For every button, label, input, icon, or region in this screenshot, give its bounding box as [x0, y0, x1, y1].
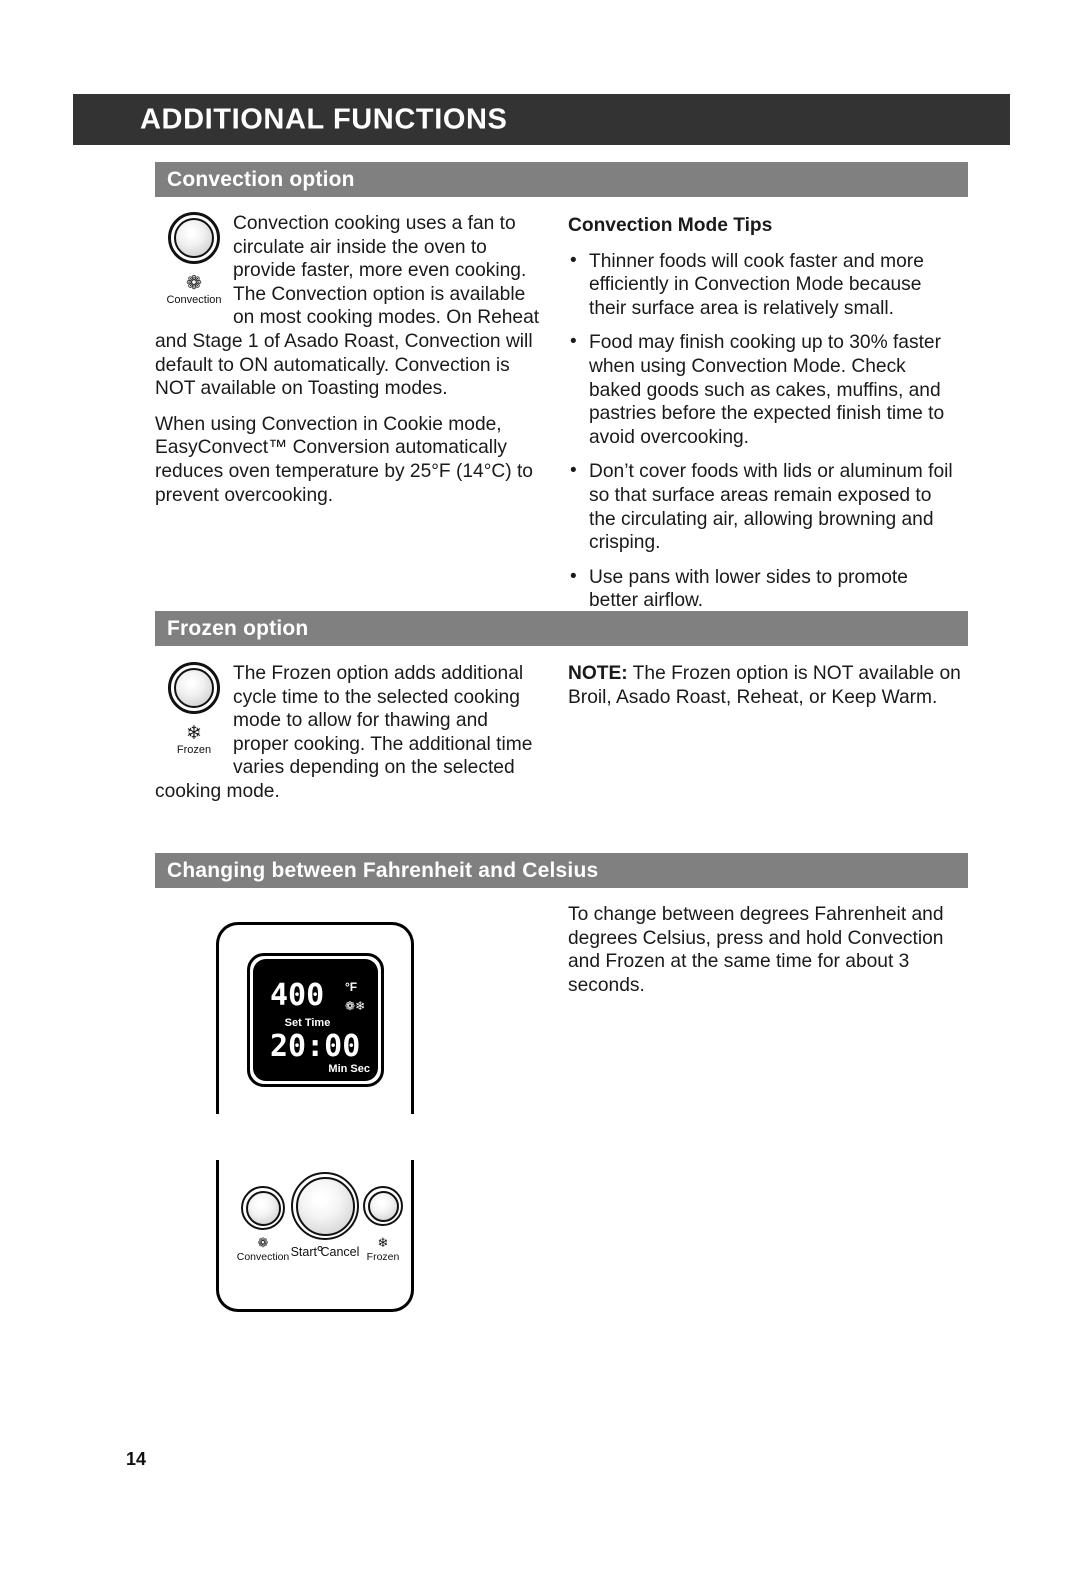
section-header-convection-option: Convection option [155, 162, 968, 197]
page-title: ADDITIONAL FUNCTIONS [140, 103, 508, 135]
section-header-temperature-units: Changing between Fahrenheit and Celsius [155, 853, 968, 888]
panel-display-housing: 400 °F ❁❄ Set Time 20:00 Min Sec [216, 922, 414, 1114]
bullet-glyph: • [570, 331, 577, 353]
section-header-label: Convection option [167, 167, 355, 191]
bullet-glyph: • [570, 565, 577, 587]
list-item: • Don’t cover foods with lids or aluminu… [568, 460, 961, 554]
convection-knob-caption: Convection [166, 294, 222, 306]
list-item-text: Food may finish cooking up to 30% faster… [589, 332, 945, 448]
snowflake-icon: ❄ [185, 723, 203, 744]
section-header-frozen-option: Frozen option [155, 611, 968, 646]
convection-tips-title: Convection Mode Tips [568, 215, 773, 236]
section-header-label: Frozen option [167, 616, 309, 640]
convection-left-column: ❁ Convection Convection cooking uses a f… [155, 212, 545, 507]
frozen-knob-caption: Frozen [176, 744, 212, 756]
control-panel-illustration: 400 °F ❁❄ Set Time 20:00 Min Sec ❁ Conve… [216, 922, 414, 1312]
page-number: 14 [126, 1449, 147, 1469]
snowflake-icon: ❄ [377, 1235, 389, 1250]
convection-paragraph-2: When using Convection in Cookie mode, Ea… [155, 413, 533, 506]
list-item: • Thinner foods will cook faster and mor… [568, 250, 961, 321]
bullet-glyph: • [570, 460, 577, 482]
section-header-label: Changing between Fahrenheit and Celsius [167, 858, 599, 882]
temperature-units-text-column: To change between degrees Fahrenheit and… [568, 903, 961, 997]
convection-knob-graphic [168, 212, 220, 264]
start-button-label: Start [290, 1245, 317, 1259]
note-text: The Frozen option is NOT available on Br… [568, 663, 961, 708]
convection-tips-column: Convection Mode Tips • Thinner foods wil… [568, 214, 961, 613]
lcd-screen: 400 °F ❁❄ Set Time 20:00 Min Sec [253, 959, 378, 1081]
lcd-bezel: 400 °F ❁❄ Set Time 20:00 Min Sec [247, 953, 384, 1087]
lcd-min-sec-label: Min Sec [328, 1063, 370, 1075]
start-cancel-button[interactable] [291, 1172, 359, 1240]
lcd-temperature-unit: °F [345, 980, 358, 994]
list-item-text: Thinner foods will cook faster and more … [589, 250, 924, 319]
convection-knob-illustration: ❁ Convection [155, 212, 233, 307]
convection-tips-list: • Thinner foods will cook faster and mor… [568, 250, 961, 613]
note-label: NOTE: [568, 663, 628, 684]
panel-button-housing: ❁ Convection Start Cancel ❄ Frozen [216, 1160, 414, 1312]
lcd-temperature-value: 400 [270, 978, 325, 1013]
fan-icon: ❁ [345, 999, 356, 1013]
list-item: • Use pans with lower sides to promote b… [568, 566, 961, 613]
convection-button[interactable] [241, 1186, 285, 1230]
lcd-mode-indicators: ❁❄ [345, 1000, 365, 1012]
frozen-knob-illustration: ❄ Frozen [155, 662, 233, 757]
bullet-glyph: • [570, 249, 577, 271]
lcd-time-value: 20:00 [270, 1029, 361, 1064]
snowflake-icon: ❄ [355, 999, 366, 1013]
frozen-button[interactable] [363, 1186, 403, 1226]
temperature-units-paragraph: To change between degrees Fahrenheit and… [568, 904, 944, 996]
frozen-left-column: ❄ Frozen The Frozen option adds addition… [155, 662, 545, 804]
list-item: • Food may finish cooking up to 30% fast… [568, 331, 961, 449]
chapter-title-bar: ADDITIONAL FUNCTIONS [73, 94, 1010, 145]
frozen-button-label-group: ❄ Frozen [347, 1235, 419, 1264]
frozen-knob-graphic [168, 662, 220, 714]
frozen-note: NOTE: The Frozen option is NOT available… [568, 662, 961, 709]
fan-icon: ❁ [185, 273, 203, 294]
frozen-button-label: Frozen [366, 1251, 400, 1263]
list-item-text: Use pans with lower sides to promote bet… [589, 566, 908, 612]
frozen-note-column: NOTE: The Frozen option is NOT available… [568, 662, 961, 709]
list-item-text: Don’t cover foods with lids or aluminum … [589, 461, 953, 554]
divider-dot [317, 1246, 323, 1251]
lcd-set-time-label: Set Time [284, 1017, 331, 1029]
